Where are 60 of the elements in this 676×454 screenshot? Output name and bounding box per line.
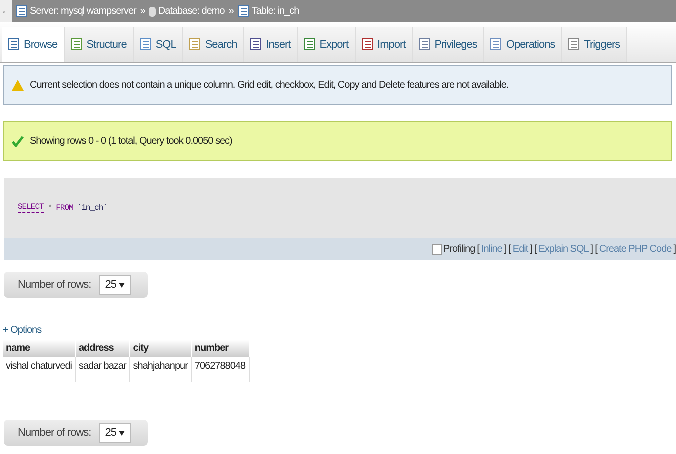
document-icon <box>140 38 152 51</box>
document-icon <box>70 38 83 51</box>
document-icon <box>8 38 20 51</box>
table-cell: shahjahanpur <box>130 357 192 382</box>
tab[interactable]: Import <box>356 27 413 62</box>
profiling-label: Profiling <box>444 244 476 254</box>
bracket: [ <box>595 244 598 254</box>
breadcrumb-separator: » <box>140 6 146 16</box>
table-cell: 7062788048 <box>191 357 250 382</box>
document-icon <box>568 38 580 51</box>
rows-select[interactable]: 25 <box>99 275 132 295</box>
rows-label: Number of rows: <box>18 279 92 291</box>
caret-icon <box>119 282 126 288</box>
bracket: [ <box>534 244 537 254</box>
warning-icon <box>12 80 24 90</box>
breadcrumb-link[interactable]: Table: in_ch <box>238 4 300 18</box>
tab[interactable]: Structure <box>64 27 134 62</box>
document-icon <box>362 38 374 51</box>
tab[interactable]: Privileges <box>412 27 484 62</box>
tab[interactable]: SQL <box>134 27 184 62</box>
bracket: ] <box>590 244 594 254</box>
cylinder-icon <box>149 6 156 16</box>
tab[interactable]: Export <box>298 27 356 62</box>
column-header[interactable]: number <box>191 340 250 357</box>
sql-table-name: `in_ch` <box>77 204 108 212</box>
bracket: [ <box>477 244 480 254</box>
profiling-checkbox[interactable] <box>432 244 442 254</box>
document-icon <box>418 38 431 51</box>
bracket: ] <box>530 244 532 254</box>
notice-text: Showing rows 0 - 0 (1 total, Query took 0.0050 sec) <box>30 136 232 146</box>
back-button[interactable]: ← <box>0 0 12 22</box>
tab[interactable]: Triggers <box>562 27 628 62</box>
rows-label: Number of rows: <box>18 427 92 439</box>
column-header[interactable]: name <box>3 340 76 357</box>
tab[interactable]: Operations <box>484 27 562 62</box>
tab[interactable]: Browse <box>2 27 65 62</box>
tab[interactable]: Insert <box>244 27 298 62</box>
document-icon <box>490 38 502 51</box>
checkmark-icon <box>12 136 24 146</box>
sql-keyword: FROM <box>56 204 74 212</box>
sql-text: * <box>48 204 52 212</box>
table-cell: sadar bazar <box>75 357 130 382</box>
options-link[interactable]: + Options <box>3 325 42 336</box>
column-header[interactable]: address <box>75 340 130 357</box>
table-cell: vishal chaturvedi <box>3 357 76 382</box>
notice-text: Current selection does not contain a unique column. Grid edit, checkbox, Edit, Copy and Delete features are not available. <box>30 80 509 90</box>
breadcrumb-link[interactable]: Server: mysql wampserver <box>16 4 136 18</box>
tab[interactable]: Search <box>183 27 244 62</box>
document-icon <box>189 38 202 51</box>
caret-icon <box>119 430 126 436</box>
column-header[interactable]: city <box>130 340 192 357</box>
document-icon <box>250 38 262 51</box>
bracket: ] <box>674 244 676 254</box>
document-icon <box>304 38 316 51</box>
sql-keyword: SELECT <box>18 203 44 213</box>
bracket: [ <box>508 244 511 254</box>
bracket: ] <box>504 244 507 254</box>
breadcrumb-link[interactable]: Database: demo <box>149 6 225 16</box>
rows-select[interactable]: 25 <box>99 423 132 443</box>
breadcrumb-separator: » <box>228 6 234 16</box>
